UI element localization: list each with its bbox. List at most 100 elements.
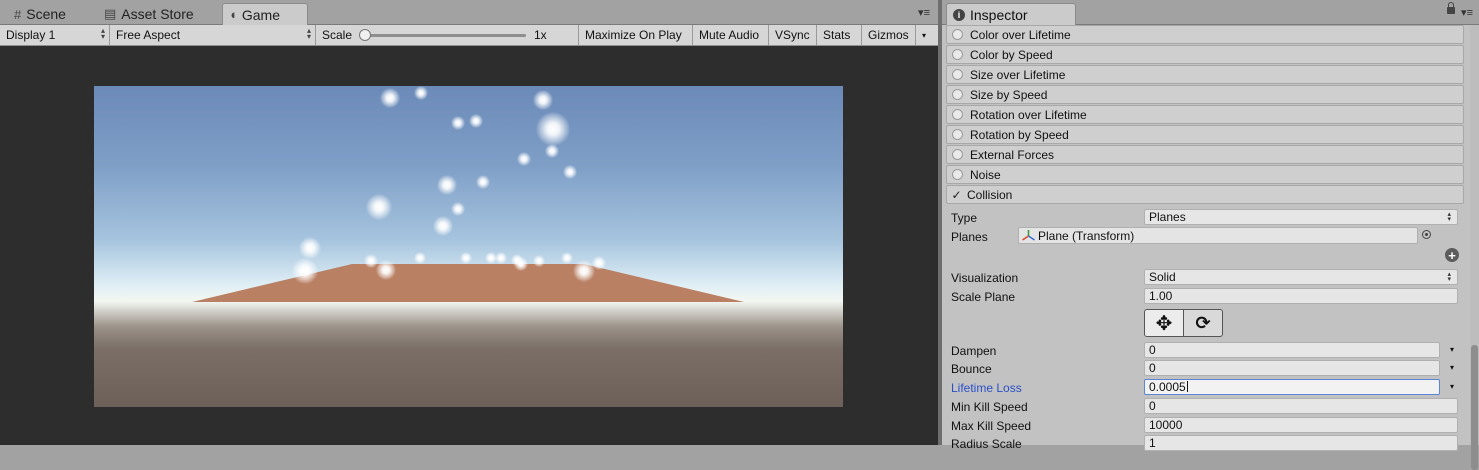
panel-menu-icon[interactable]: ▾≡ xyxy=(918,6,930,19)
module-label: Rotation by Speed xyxy=(970,127,1069,142)
aspect-value: Free Aspect xyxy=(116,28,181,42)
editor-tab-bar: # Scene ▤ Asset Store ◖ Game ▾≡ xyxy=(0,0,938,25)
max-kill-speed-value: 10000 xyxy=(1149,418,1183,432)
module-toggle[interactable] xyxy=(952,149,963,160)
module-size-over-lifetime[interactable]: Size over Lifetime xyxy=(946,65,1464,84)
updown-icon: ▴ ▾ xyxy=(1447,271,1451,283)
tab-inspector[interactable]: i Inspector xyxy=(946,3,1076,25)
bounce-label: Bounce xyxy=(951,362,992,376)
collision-plane xyxy=(192,264,744,302)
particle-sprite xyxy=(366,194,392,220)
store-icon: ▤ xyxy=(104,6,117,21)
scale-control: Scale 1x xyxy=(316,25,579,45)
particle-sprite xyxy=(545,144,559,158)
display-value: Display 1 xyxy=(6,28,56,42)
particle-modules-list: Color over Lifetime Color by Speed Size … xyxy=(946,25,1464,205)
move-arrows-icon: ✥ xyxy=(1155,312,1173,335)
module-rotation-over-lifetime[interactable]: Rotation over Lifetime xyxy=(946,105,1464,124)
game-window: # Scene ▤ Asset Store ◖ Game ▾≡ Display … xyxy=(0,0,938,445)
module-noise[interactable]: Noise xyxy=(946,165,1464,184)
particle-sprite xyxy=(495,252,507,264)
lifetime-loss-value: 0.0005 xyxy=(1149,380,1186,394)
add-plane-icon[interactable]: + xyxy=(1445,248,1459,262)
module-toggle[interactable] xyxy=(952,69,963,80)
particle-sprite xyxy=(561,252,573,264)
min-kill-speed-value: 0 xyxy=(1149,399,1156,413)
module-toggle[interactable] xyxy=(952,89,963,100)
game-viewport[interactable] xyxy=(94,86,843,407)
particle-sprite xyxy=(298,236,322,260)
dampen-value: 0 xyxy=(1149,343,1156,357)
radius-scale-label: Radius Scale xyxy=(951,437,1022,451)
module-toggle[interactable] xyxy=(952,49,963,60)
particle-sprite xyxy=(469,114,483,128)
updown-icon: ▴ ▾ xyxy=(1447,211,1451,223)
gizmos-dropdown-arrow[interactable]: ▾ xyxy=(916,25,938,45)
max-kill-speed-input[interactable]: 10000 xyxy=(1144,417,1458,433)
visualization-dropdown[interactable]: Solid ▴ ▾ xyxy=(1144,269,1458,285)
stats-toggle[interactable]: Stats xyxy=(817,25,862,45)
maximize-on-play-toggle[interactable]: Maximize On Play xyxy=(579,25,693,45)
planes-label: Planes xyxy=(951,230,988,244)
checkmark-icon[interactable]: ✓ xyxy=(951,188,962,202)
game-toolbar: Display 1 ▴ ▾ Free Aspect ▴ ▾ Scale 1x Max… xyxy=(0,25,938,46)
module-toggle[interactable] xyxy=(952,169,963,180)
gizmos-toggle[interactable]: Gizmos xyxy=(862,25,916,45)
particle-sprite xyxy=(533,255,545,267)
mute-audio-toggle[interactable]: Mute Audio xyxy=(693,25,769,45)
module-external-forces[interactable]: External Forces xyxy=(946,145,1464,164)
lifetime-loss-label: Lifetime Loss xyxy=(951,381,1022,395)
scrollbar-thumb[interactable] xyxy=(1471,345,1478,470)
updown-icon: ▴ ▾ xyxy=(306,26,311,41)
updown-icon: ▴ ▾ xyxy=(100,26,105,41)
aspect-dropdown[interactable]: Free Aspect ▴ ▾ xyxy=(110,25,316,45)
module-toggle[interactable] xyxy=(952,29,963,40)
particle-sprite xyxy=(433,216,453,236)
scale-plane-input[interactable]: 1.00 xyxy=(1144,288,1458,304)
bounce-input[interactable]: 0 xyxy=(1144,360,1440,376)
maximize-label: Maximize On Play xyxy=(585,28,682,42)
particle-sprite xyxy=(437,175,457,195)
particle-sprite xyxy=(536,112,570,146)
min-kill-speed-input[interactable]: 0 xyxy=(1144,398,1458,414)
move-plane-button[interactable]: ✥ xyxy=(1144,309,1184,337)
collision-type-row: Type Planes ▴ ▾ xyxy=(950,209,1458,227)
module-toggle[interactable] xyxy=(952,109,963,120)
module-label: Collision xyxy=(967,187,1013,202)
tab-scene[interactable]: # Scene xyxy=(8,3,76,25)
tab-game[interactable]: ◖ Game xyxy=(222,3,308,25)
scale-slider-track[interactable] xyxy=(364,34,526,37)
plane-object-field[interactable]: Plane (Transform) xyxy=(1018,227,1418,244)
min-kill-speed-row: Min Kill Speed 0 xyxy=(950,398,1458,416)
tab-asset-store[interactable]: ▤ Asset Store xyxy=(98,3,204,25)
curve-dropdown-arrow[interactable]: ▾ xyxy=(1450,363,1454,372)
module-collision[interactable]: ✓ Collision xyxy=(946,185,1464,204)
tab-game-label: Game xyxy=(241,6,280,23)
curve-dropdown-arrow[interactable]: ▾ xyxy=(1450,382,1454,391)
scale-slider-thumb[interactable] xyxy=(359,29,371,41)
planes-value: Plane (Transform) xyxy=(1038,228,1135,243)
radius-scale-input[interactable]: 1 xyxy=(1144,435,1458,451)
inspector-scrollbar[interactable] xyxy=(1470,25,1479,470)
panel-menu-icon[interactable]: ▾≡ xyxy=(1461,6,1473,19)
dampen-label: Dampen xyxy=(951,344,997,358)
bounce-row: Bounce 0 ▾ xyxy=(950,360,1458,378)
curve-dropdown-arrow[interactable]: ▾ xyxy=(1450,345,1454,354)
dampen-input[interactable]: 0 xyxy=(1144,342,1440,358)
vsync-toggle[interactable]: VSync xyxy=(769,25,817,45)
lifetime-loss-input[interactable]: 0.0005 xyxy=(1144,379,1440,395)
particle-sprite xyxy=(451,116,465,130)
module-toggle[interactable] xyxy=(952,129,963,140)
particle-sprite xyxy=(563,165,577,179)
module-color-over-lifetime[interactable]: Color over Lifetime xyxy=(946,25,1464,44)
module-size-by-speed[interactable]: Size by Speed xyxy=(946,85,1464,104)
type-dropdown[interactable]: Planes ▴ ▾ xyxy=(1144,209,1458,225)
display-dropdown[interactable]: Display 1 ▴ ▾ xyxy=(0,25,110,45)
mute-label: Mute Audio xyxy=(699,28,760,42)
module-color-by-speed[interactable]: Color by Speed xyxy=(946,45,1464,64)
module-rotation-by-speed[interactable]: Rotation by Speed xyxy=(946,125,1464,144)
object-picker-icon[interactable] xyxy=(1422,230,1431,239)
rotate-plane-button[interactable]: ⟳ xyxy=(1183,309,1223,337)
module-label: External Forces xyxy=(970,147,1055,162)
lock-icon[interactable] xyxy=(1447,2,1455,14)
